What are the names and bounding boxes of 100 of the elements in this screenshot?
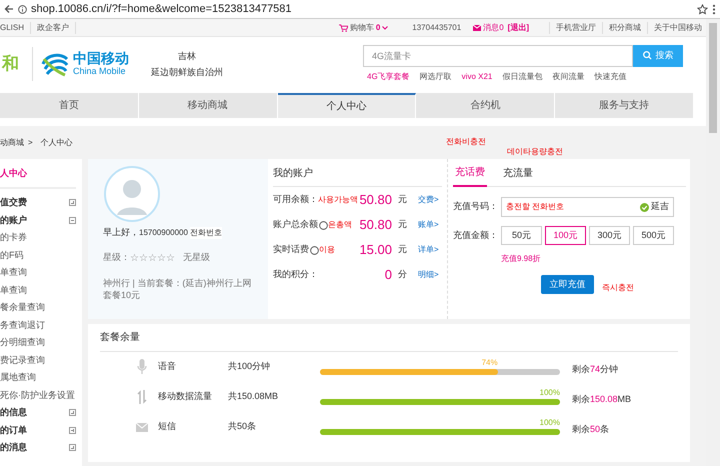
sidebar-link[interactable]: 分明细查询 — [0, 334, 76, 352]
sidebar-link[interactable]: 单查询 — [0, 282, 76, 299]
number-label: 充值号码： — [453, 200, 499, 214]
province-text[interactable]: 吉林 — [178, 48, 196, 64]
amount-option[interactable]: 50元 — [501, 226, 542, 245]
account-title: 我的账户 — [273, 159, 442, 187]
recharge-now-button[interactable]: 立即充值 — [541, 275, 594, 294]
cart-count: 0 — [376, 22, 380, 34]
nav-tab[interactable]: 首页 — [0, 93, 139, 118]
back-icon[interactable] — [4, 4, 14, 14]
account-label: 账户总余额 — [273, 218, 318, 232]
sidebar-link[interactable]: 的卡券 — [0, 229, 76, 246]
expand-icon[interactable] — [69, 199, 76, 206]
sidebar-link[interactable]: 费记录查询 — [0, 352, 76, 369]
annotation-text: 데이타용량충전 — [507, 146, 563, 158]
info-icon[interactable] — [18, 4, 27, 14]
avatar-icon — [103, 165, 161, 223]
sidebar-group[interactable]: 的消息 — [0, 441, 27, 454]
sidebar-link[interactable]: 务查询退订 — [0, 316, 76, 334]
search-field[interactable]: 4G流量卡 — [363, 44, 633, 66]
cart-icon — [338, 24, 348, 32]
breadcrumb-link[interactable]: 动商城 — [0, 136, 24, 148]
region-text: 延吉 — [651, 200, 669, 214]
nav-tab[interactable]: 服务与支持 — [555, 93, 694, 118]
remaining-label: 剩余 — [572, 393, 590, 406]
sidebar-group[interactable]: 的账户 — [0, 214, 27, 227]
hot-search-link[interactable]: 假日流量包 — [502, 70, 542, 82]
sidebar-link[interactable]: 死你·防护业务设置 — [0, 386, 76, 404]
expand-icon[interactable] — [69, 426, 76, 434]
hot-search-link[interactable]: 快速充值 — [594, 70, 626, 82]
remaining-unit: 分钟 — [600, 363, 618, 376]
breadcrumb-current: 个人中心 — [40, 136, 73, 148]
usage-percent: 100% — [540, 387, 560, 399]
phone-number: 13704435701 — [412, 22, 462, 34]
annotation-text: 즉시충전 — [602, 282, 634, 294]
expand-icon[interactable] — [69, 444, 76, 452]
logo-english-text: China Mobile — [73, 67, 127, 76]
account-label: 实时话费 — [273, 243, 309, 256]
url-text[interactable]: shop.10086.cn/i/?f=home&welcome=1523813477581 — [31, 0, 693, 18]
usage-percent: 74% — [482, 357, 498, 369]
messages-link[interactable]: 消息0 — [483, 22, 504, 34]
remaining-value: 74 — [590, 363, 600, 376]
account-link[interactable]: 账单> — [418, 219, 442, 231]
city-text[interactable]: 延边朝鲜族自治州 — [151, 64, 223, 80]
hot-search-link[interactable]: 网选厅取 — [420, 70, 452, 82]
amount-value: 50.80 — [359, 216, 392, 234]
top-link[interactable]: 政企客户 — [31, 22, 76, 34]
amount-unit: 分 — [398, 268, 408, 282]
hot-search-link[interactable]: 夜间流量 — [552, 70, 584, 82]
discount-text: 充值9.98折 — [501, 253, 542, 265]
annotation-text: 사용가능액 — [318, 194, 358, 206]
cart-label: 购物车 — [350, 22, 374, 34]
annotation-text: 전화번호 — [190, 226, 222, 239]
hot-search-link[interactable]: 4G飞享套餐 — [367, 70, 410, 82]
sidebar-group[interactable]: 的信息 — [0, 406, 27, 420]
sidebar-link[interactable]: 单查询 — [0, 264, 76, 282]
address-bar[interactable]: shop.10086.cn/i/?f=home&welcome=1523813477581 — [0, 0, 720, 19]
recharge-tab[interactable]: 充话费 — [453, 165, 487, 187]
star-level-text: 无星级 — [183, 251, 210, 264]
account-link[interactable]: 详单> — [418, 244, 442, 256]
top-link[interactable]: GLISH — [0, 22, 32, 34]
remaining-value: 150.08 — [590, 393, 618, 406]
recharge-tab[interactable]: 充流量 — [501, 166, 535, 186]
package-name: 语音 — [158, 360, 177, 374]
sidebar-group[interactable]: 值交费 — [0, 196, 27, 210]
top-link[interactable]: 手机营业厅 — [549, 22, 602, 34]
amount-option[interactable]: 500元 — [633, 226, 674, 245]
nav-tab[interactable]: 合约机 — [416, 93, 556, 118]
top-link[interactable]: 积分商城 — [602, 22, 647, 34]
collapse-icon[interactable] — [69, 216, 76, 224]
package-name: 短信 — [158, 420, 177, 434]
cart-link[interactable]: 购物车 0 — [338, 22, 388, 34]
check-circle-icon — [640, 202, 649, 212]
breadcrumb-separator: > — [28, 136, 33, 148]
account-label: 我的积分： — [273, 268, 318, 282]
star-icon: ☆ — [148, 250, 157, 266]
remaining-label: 剩余 — [572, 423, 590, 436]
amount-option[interactable]: 100元 — [545, 226, 586, 245]
sidebar-link[interactable]: 的F码 — [0, 246, 76, 264]
sidebar-group[interactable]: 的订单 — [0, 424, 27, 437]
nav-tab[interactable]: 个人中心 — [278, 93, 416, 118]
menu-icon[interactable] — [712, 4, 716, 14]
logout-link[interactable]: [退出] — [508, 22, 529, 34]
china-mobile-logo[interactable]: 中国移动 China Mobile — [41, 50, 129, 76]
star-icon: ☆ — [130, 250, 139, 266]
account-link[interactable]: 明细> — [418, 269, 442, 281]
amount-value: 0 — [384, 266, 392, 284]
package-title: 套餐余量 — [100, 324, 678, 352]
remaining-unit: MB — [618, 393, 632, 406]
sidebar-link[interactable]: 餐余量查询 — [0, 299, 76, 316]
usage-percent: 100% — [540, 417, 560, 429]
account-link[interactable]: 交费> — [418, 194, 442, 206]
logo-chinese-text: 中国移动 — [73, 51, 129, 65]
sidebar-link[interactable]: 属地查询 — [0, 369, 76, 386]
envelope-icon — [473, 24, 482, 30]
expand-icon[interactable] — [69, 409, 76, 416]
star-icon[interactable] — [697, 4, 708, 14]
phone-number-field[interactable]: 충전할 전화번호 延吉 — [501, 197, 674, 217]
amount-option[interactable]: 300元 — [589, 226, 630, 245]
hot-search-link[interactable]: vivo X21 — [462, 70, 492, 82]
